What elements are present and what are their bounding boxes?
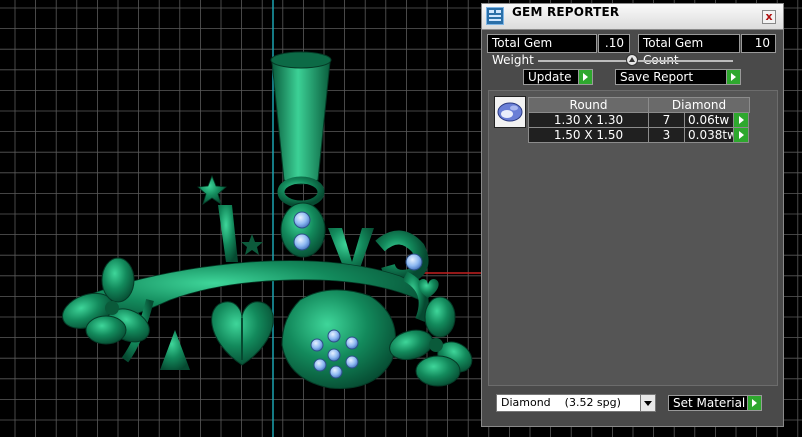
save-report-button[interactable]: Save Report [615, 69, 741, 85]
round-gem-icon[interactable] [494, 96, 526, 128]
gem-weight: 0.06tw [684, 112, 734, 128]
gem-count: 7 [648, 112, 685, 128]
material-select[interactable]: Diamond (3.52 spg) [496, 394, 656, 412]
material-select-value: Diamond (3.52 spg) [501, 396, 621, 409]
column-header-shape: Round [528, 97, 649, 113]
update-button[interactable]: Update [523, 69, 593, 85]
love-pendant-model[interactable] [58, 51, 478, 389]
window-title: GEM REPORTER [512, 5, 620, 19]
slider-handle[interactable] [626, 54, 638, 66]
gem-results-area: Round Diamond 1.30 X 1.30 7 0.06tw 1.50 … [488, 90, 778, 386]
update-button-label: Update [528, 70, 572, 84]
play-arrow-icon [747, 396, 761, 410]
play-arrow-icon [726, 70, 740, 84]
gem-reporter-panel: GEM REPORTER x Total Gem Weight .10 Tota… [481, 3, 784, 427]
set-material-button-label: Set Material [673, 396, 746, 410]
title-bar[interactable]: GEM REPORTER x [482, 4, 783, 30]
save-report-button-label: Save Report [620, 70, 694, 84]
total-gem-weight-label: Total Gem Weight [487, 34, 597, 67]
gem-size: 1.30 X 1.30 [528, 112, 649, 128]
total-gem-weight-value: .10 [598, 34, 630, 53]
total-gem-count-label: Total Gem Count [638, 34, 740, 67]
chevron-down-icon[interactable] [640, 395, 655, 411]
play-arrow-icon [578, 70, 592, 84]
total-gem-count-value: 10 [741, 34, 776, 53]
gem-weight: 0.038tw [684, 127, 737, 143]
set-material-button[interactable]: Set Material [668, 395, 762, 411]
close-icon[interactable]: x [762, 10, 776, 24]
gem-count: 3 [648, 127, 685, 143]
column-header-material: Diamond [648, 97, 750, 113]
gem-size: 1.50 X 1.50 [528, 127, 649, 143]
row-action-arrow-icon[interactable] [733, 112, 749, 128]
row-action-arrow-icon[interactable] [733, 127, 749, 143]
gem-reporter-app-icon [486, 7, 504, 25]
